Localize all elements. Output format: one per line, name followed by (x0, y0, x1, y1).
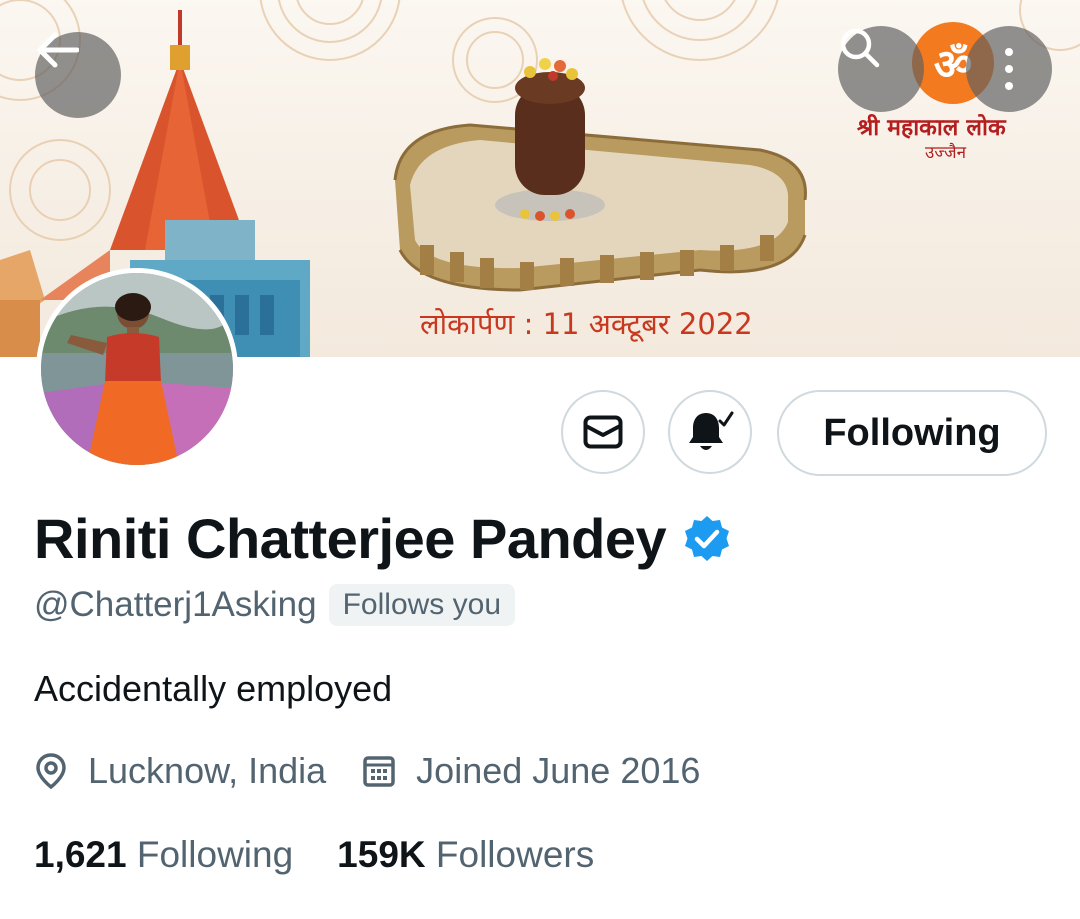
banner-date-text: लोकार्पण : 11 अक्टूबर 2022 (420, 307, 753, 341)
location-text: Lucknow, India (88, 750, 327, 791)
bell-check-icon (689, 411, 734, 450)
location-pin-icon (36, 753, 66, 790)
search-icon (840, 28, 880, 68)
arrow-left-icon (37, 32, 79, 68)
handle-row: @Chatterj1Asking Follows you (34, 584, 516, 626)
user-handle: @Chatterj1Asking (34, 585, 317, 624)
followers-stat-link[interactable]: 159K Followers (337, 834, 594, 876)
followers-count: 159K (337, 834, 426, 875)
profile-name-row: Riniti Chatterjee Pandey (34, 506, 732, 571)
banner-brand-city: उज्जैन (925, 143, 967, 163)
back-button[interactable] (35, 32, 121, 118)
following-count: 1,621 (34, 834, 127, 875)
profile-meta: Lucknow, India Joined June 2016 (34, 750, 736, 792)
joined-item: Joined June 2016 (362, 750, 700, 792)
following-stat-link[interactable]: 1,621 Following (34, 834, 293, 876)
banner-brand-name: श्री महाकाल लोक (857, 115, 1006, 141)
follows-you-badge: Follows you (328, 584, 516, 626)
calendar-icon (363, 756, 395, 787)
followers-label: Followers (435, 834, 595, 875)
more-options-button[interactable] (966, 26, 1052, 112)
notifications-button[interactable] (668, 390, 752, 474)
follow-stats: 1,621 Following 159K Followers (34, 834, 638, 876)
more-vertical-icon (1005, 48, 1013, 90)
location-item: Lucknow, India (34, 750, 326, 792)
verified-badge-icon (685, 515, 730, 561)
profile-bio: Accidentally employed (34, 668, 393, 709)
avatar[interactable] (36, 268, 238, 470)
joined-text: Joined June 2016 (416, 750, 701, 791)
following-button[interactable]: Following (777, 390, 1047, 476)
avatar-photo (41, 273, 233, 465)
message-button[interactable] (561, 390, 645, 474)
display-name: Riniti Chatterjee Pandey (34, 507, 667, 570)
search-button[interactable] (838, 26, 924, 112)
envelope-icon (583, 415, 623, 449)
following-label: Following (136, 834, 294, 875)
